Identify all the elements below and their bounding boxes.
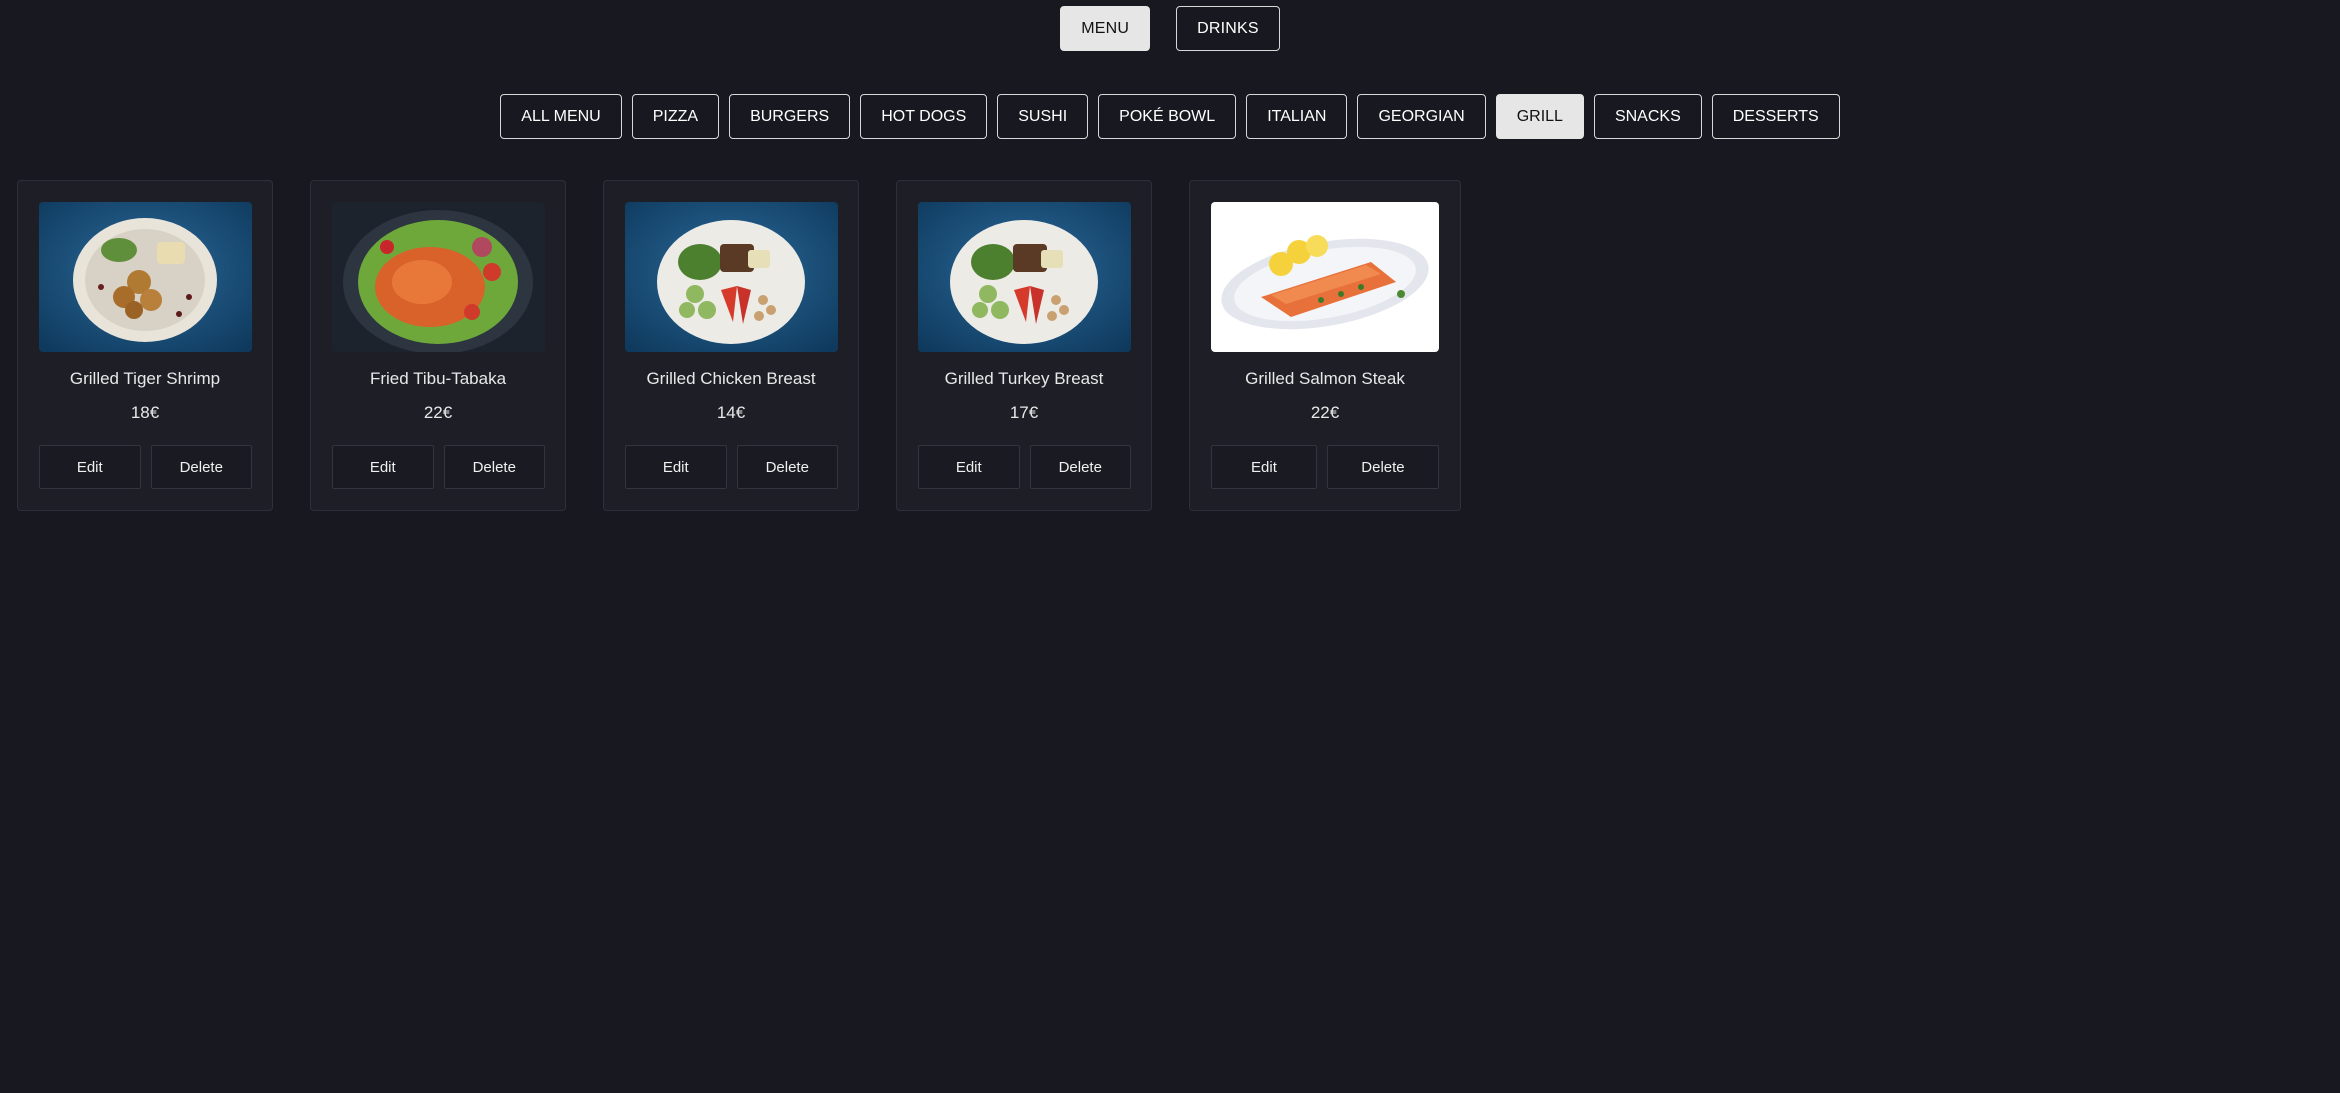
edit-button[interactable]: Edit <box>39 445 141 489</box>
category-desserts[interactable]: DESSERTS <box>1711 94 1840 139</box>
dish-name: Fried Tibu-Tabaka <box>369 369 507 388</box>
dish-photo <box>625 202 838 352</box>
category-georgian[interactable]: GEORGIAN <box>1357 94 1486 139</box>
menu-item-card: Grilled Turkey Breast 17€ Edit Delete <box>896 180 1152 511</box>
dish-name: Grilled Tiger Shrimp <box>69 369 221 388</box>
category-burgers[interactable]: BURGERS <box>729 94 851 139</box>
dish-price: 22€ <box>1310 403 1340 422</box>
card-actions: Edit Delete <box>332 445 545 489</box>
category-snacks[interactable]: SNACKS <box>1593 94 1702 139</box>
category-pizza[interactable]: PIZZA <box>631 94 720 139</box>
dish-price: 22€ <box>423 403 453 422</box>
card-actions: Edit Delete <box>625 445 838 489</box>
dish-name: Grilled Turkey Breast <box>944 369 1104 388</box>
category-nav: ALL MENU PIZZA BURGERS HOT DOGS SUSHI PO… <box>0 94 2340 139</box>
delete-button[interactable]: Delete <box>443 445 545 489</box>
delete-button[interactable]: Delete <box>1029 445 1131 489</box>
card-actions: Edit Delete <box>1211 445 1439 489</box>
tab-drinks[interactable]: DRINKS <box>1176 6 1280 51</box>
edit-button[interactable]: Edit <box>332 445 434 489</box>
dish-photo <box>918 202 1131 352</box>
delete-button[interactable]: Delete <box>736 445 838 489</box>
menu-items-grid: Grilled Tiger Shrimp 18€ Edit Delete Fri… <box>17 180 1461 511</box>
edit-button[interactable]: Edit <box>918 445 1020 489</box>
card-actions: Edit Delete <box>39 445 252 489</box>
dish-price: 18€ <box>130 403 160 422</box>
dish-photo <box>332 202 545 352</box>
tab-menu[interactable]: MENU <box>1060 6 1151 51</box>
category-sushi[interactable]: SUSHI <box>997 94 1089 139</box>
menu-item-card: Fried Tibu-Tabaka 22€ Edit Delete <box>310 180 566 511</box>
delete-button[interactable]: Delete <box>1326 445 1439 489</box>
dish-name: Grilled Salmon Steak <box>1245 369 1405 388</box>
category-italian[interactable]: ITALIAN <box>1246 94 1348 139</box>
edit-button[interactable]: Edit <box>625 445 727 489</box>
dish-name: Grilled Chicken Breast <box>646 369 816 388</box>
category-grill[interactable]: GRILL <box>1495 94 1584 139</box>
category-all-menu[interactable]: ALL MENU <box>500 94 622 139</box>
dish-price: 17€ <box>1009 403 1039 422</box>
edit-button[interactable]: Edit <box>1211 445 1317 489</box>
main-nav: MENU DRINKS <box>0 6 2340 51</box>
menu-item-card: Grilled Chicken Breast 14€ Edit Delete <box>603 180 859 511</box>
category-poke-bowl[interactable]: POKÉ BOWL <box>1098 94 1237 139</box>
card-actions: Edit Delete <box>918 445 1131 489</box>
category-hot-dogs[interactable]: HOT DOGS <box>860 94 988 139</box>
delete-button[interactable]: Delete <box>150 445 252 489</box>
menu-item-card: Grilled Salmon Steak 22€ Edit Delete <box>1189 180 1461 511</box>
dish-photo <box>1211 202 1439 352</box>
menu-item-card: Grilled Tiger Shrimp 18€ Edit Delete <box>17 180 273 511</box>
dish-price: 14€ <box>716 403 746 422</box>
dish-photo <box>39 202 252 352</box>
